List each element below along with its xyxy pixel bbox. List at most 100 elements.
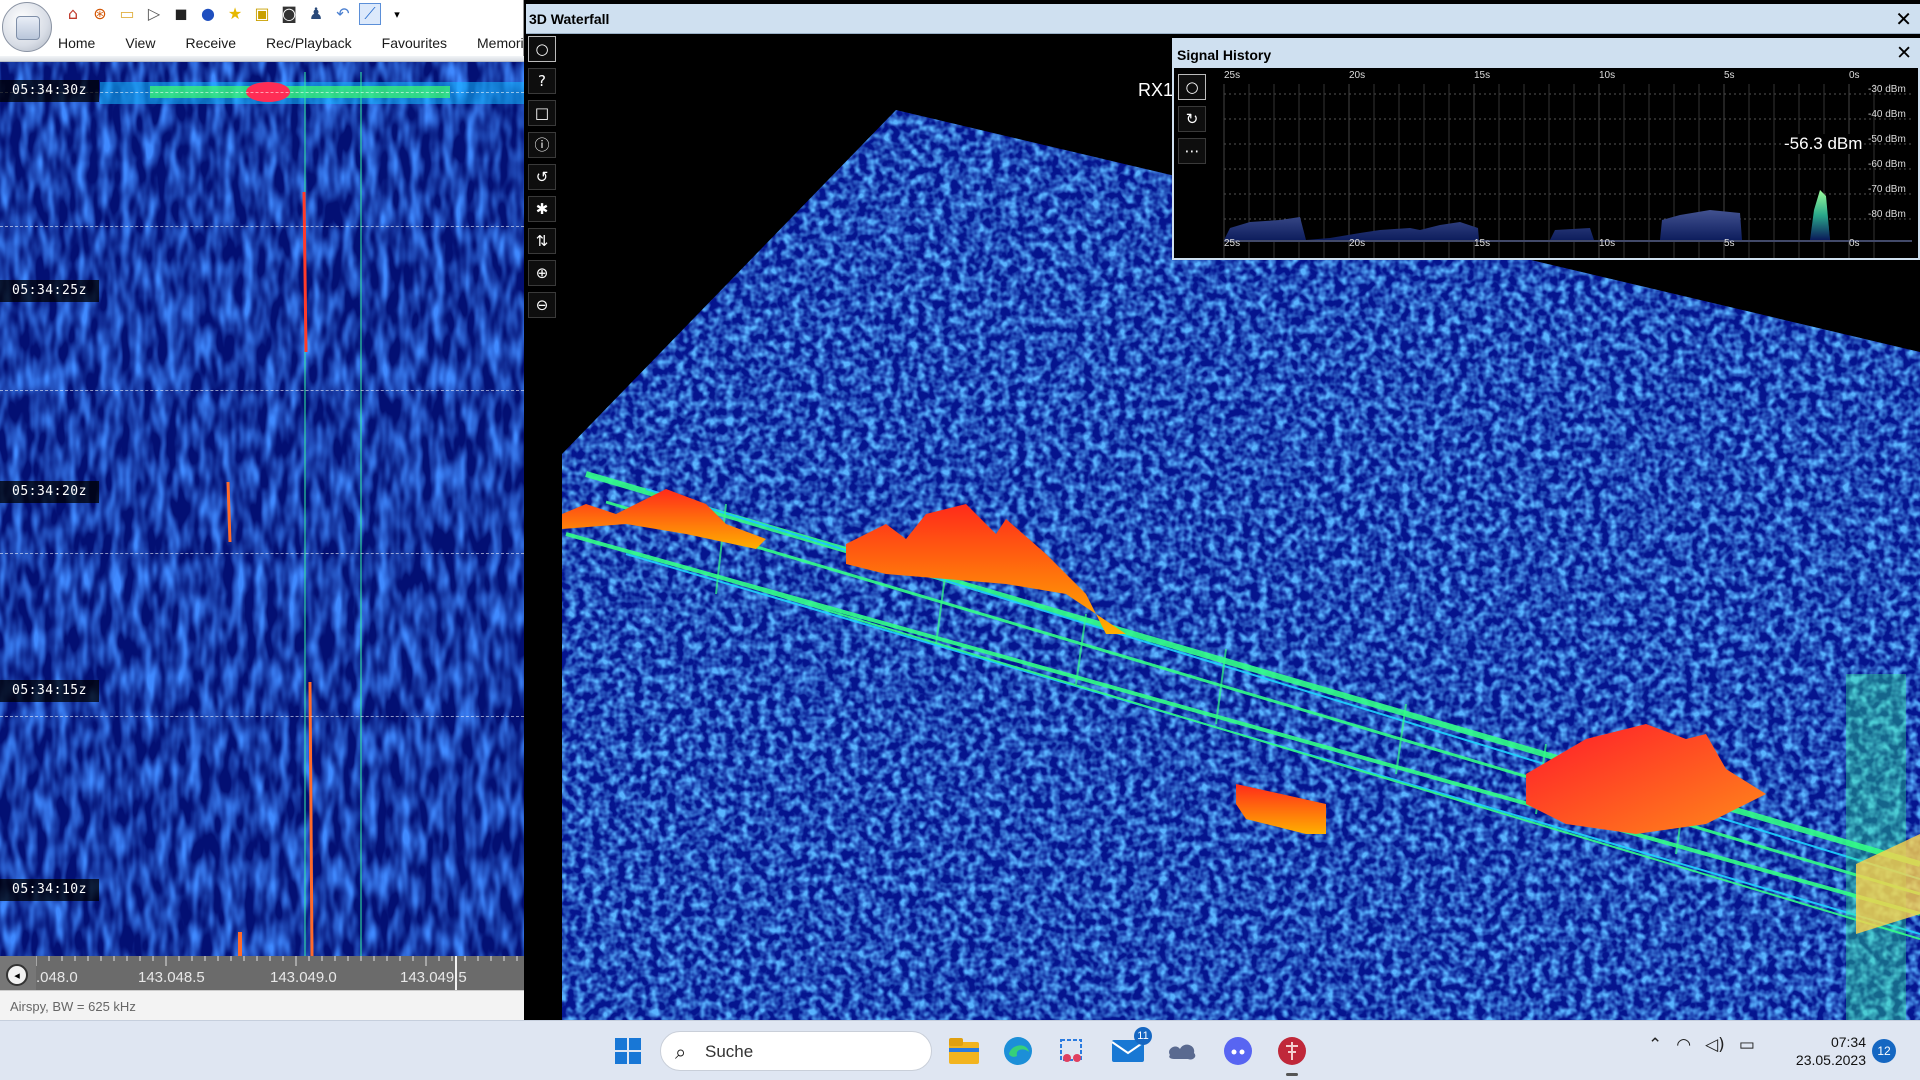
asterisk-icon[interactable]: ✱ — [528, 196, 556, 222]
signal-history-window: Signal History ✕ ○ ↻ ⋯ 25s 20s 15s 10s 5… — [1172, 38, 1920, 272]
zoom-out-icon[interactable]: ⊖ — [528, 292, 556, 318]
windows-start-icon[interactable] — [608, 1031, 648, 1071]
reset-icon[interactable]: ↺ — [528, 164, 556, 190]
waterfall-display[interactable]: 05:34:30z 05:34:25z 05:34:20z 05:34:15z … — [0, 62, 524, 956]
search-input[interactable]: ⌕ Suche — [660, 1031, 932, 1071]
undo-icon[interactable]: ↶ — [332, 3, 354, 25]
receiver-label: RX1 — [1138, 80, 1174, 100]
status-bar: Airspy, BW = 625 kHz — [0, 990, 524, 1020]
frequency-tick-label: 143.049.0 — [270, 969, 337, 986]
edge-browser-icon[interactable] — [998, 1031, 1038, 1071]
home-icon[interactable]: ⌂ — [62, 3, 84, 25]
application-menu-button[interactable] — [2, 2, 52, 52]
time-marker: 05:34:15z — [0, 680, 99, 702]
clock-date: 23.05.2023 — [1795, 1052, 1866, 1068]
tab-rec-playback[interactable]: Rec/Playback — [266, 30, 352, 56]
y-tick-label: -70 dBm — [1868, 184, 1906, 195]
signal-history-titlebar[interactable]: Signal History ✕ — [1174, 40, 1918, 68]
chevron-up-icon[interactable]: ⌃ — [1648, 1035, 1662, 1055]
help-icon[interactable]: ? — [528, 68, 556, 94]
window-title: Signal History — [1177, 47, 1272, 63]
waterfall-3d-toolbar: ○ ? □ ⓘ ↺ ✱ ⇅ ⊕ ⊖ — [528, 36, 558, 326]
time-marker: 05:34:30z — [0, 80, 99, 102]
camera-icon[interactable]: ◙ — [278, 3, 300, 25]
time-marker: 05:34:20z — [0, 481, 99, 503]
zoom-in-icon[interactable]: ⊕ — [528, 260, 556, 286]
waterfall-canvas[interactable] — [0, 62, 524, 956]
x-tick-label: 15s — [1474, 70, 1491, 81]
x-tick-label: 5s — [1724, 70, 1735, 81]
active-app-indicator — [1286, 1073, 1298, 1076]
lock-icon[interactable]: ▣ — [251, 3, 273, 25]
x-tick-label: 20s — [1349, 238, 1366, 249]
search-placeholder: Suche — [705, 1042, 754, 1061]
mail-icon[interactable]: 11 — [1108, 1027, 1152, 1071]
sdr-main-panel: ⌂ ⊛ ▭ ▷ ◼ ● ★ ▣ ◙ ♟ ↶ ⟋ ▾ Home View Rece… — [0, 0, 524, 1020]
cloud-app-icon[interactable] — [1162, 1031, 1202, 1071]
record-icon[interactable]: ● — [197, 3, 219, 25]
waterfall-3d-titlebar[interactable]: 3D Waterfall ✕ — [526, 4, 1920, 34]
x-tick-label: 0s — [1849, 70, 1860, 81]
square-icon[interactable]: □ — [528, 100, 556, 126]
time-marker: 05:34:25z — [0, 280, 99, 302]
system-tray: ⌃ ◠ ◁) ▭ — [1648, 1035, 1755, 1055]
search-icon: ⌕ — [675, 1040, 687, 1064]
quick-access-toolbar: ⌂ ⊛ ▭ ▷ ◼ ● ★ ▣ ◙ ♟ ↶ ⟋ ▾ — [62, 3, 408, 25]
chart-icon[interactable]: ⟋ — [359, 3, 381, 25]
time-gridline — [0, 226, 524, 227]
tab-home[interactable]: Home — [58, 30, 95, 56]
discord-icon[interactable] — [1218, 1031, 1258, 1071]
y-tick-label: -80 dBm — [1868, 209, 1906, 220]
folder-icon[interactable]: ▭ — [116, 3, 138, 25]
circle-icon[interactable]: ○ — [1178, 74, 1206, 100]
clock-time: 07:34 — [1830, 1034, 1866, 1050]
x-tick-label: 5s — [1724, 238, 1735, 249]
axis-control-icon[interactable]: ◂ — [6, 964, 28, 986]
signal-history-y-axis: -30 dBm -40 dBm -50 dBm -60 dBm -70 dBm … — [1868, 84, 1920, 234]
clock[interactable]: 07:34 23.05.2023 — [1790, 1033, 1866, 1069]
dropdown-icon[interactable]: ▾ — [386, 3, 408, 25]
volume-icon[interactable]: ◁) — [1705, 1035, 1725, 1055]
file-explorer-icon[interactable] — [944, 1031, 984, 1071]
y-tick-label: -60 dBm — [1868, 159, 1906, 170]
snipping-tool-icon[interactable] — [1052, 1031, 1092, 1071]
frequency-axis[interactable]: ◂ .048.0 143.048.5 143.049.0 143.049.5 — [0, 956, 524, 990]
stop-icon[interactable]: ◼ — [170, 3, 192, 25]
battery-icon[interactable]: ▭ — [1739, 1035, 1755, 1055]
signal-history-x-axis-top: 25s 20s 15s 10s 5s 0s — [1224, 70, 1910, 82]
more-icon[interactable]: ⋯ — [1178, 138, 1206, 164]
ribbon-tabs: Home View Receive Rec/Playback Favourite… — [58, 30, 524, 56]
y-tick-label: -50 dBm — [1868, 134, 1906, 145]
signal-history-plot[interactable] — [1210, 70, 1916, 272]
star-icon[interactable]: ★ — [224, 3, 246, 25]
close-icon[interactable]: ✕ — [1895, 7, 1912, 31]
x-tick-label: 25s — [1224, 238, 1241, 249]
swap-vertical-icon[interactable]: ⇅ — [528, 228, 556, 254]
lifebuoy-icon[interactable]: ⊛ — [89, 3, 111, 25]
close-icon[interactable]: ✕ — [1896, 42, 1912, 64]
tab-favourites[interactable]: Favourites — [382, 30, 447, 56]
x-tick-label: 20s — [1349, 70, 1366, 81]
notification-badge[interactable]: 12 — [1872, 1039, 1896, 1063]
info-icon[interactable]: ⓘ — [528, 132, 556, 158]
play-icon[interactable]: ▷ — [143, 3, 165, 25]
window-title: 3D Waterfall — [529, 11, 610, 27]
circle-icon[interactable]: ○ — [528, 36, 556, 62]
frequency-tick-label: 143.048.5 — [138, 969, 205, 986]
tab-memories[interactable]: Memories — [477, 30, 524, 56]
y-tick-label: -40 dBm — [1868, 109, 1906, 120]
refresh-icon[interactable]: ↻ — [1178, 106, 1206, 132]
tab-view[interactable]: View — [125, 30, 155, 56]
signal-history-toolbar: ○ ↻ ⋯ — [1178, 74, 1208, 164]
sdr-app-icon[interactable] — [1272, 1031, 1312, 1071]
user-icon[interactable]: ♟ — [305, 3, 327, 25]
current-signal-value: -56.3 dBm — [1782, 134, 1865, 154]
time-gridline — [0, 390, 524, 391]
time-gridline — [0, 716, 524, 717]
time-gridline — [0, 553, 524, 554]
tab-receive[interactable]: Receive — [185, 30, 236, 56]
frequency-scale[interactable]: .048.0 143.048.5 143.049.0 143.049.5 — [36, 956, 524, 990]
frequency-tick-label: 143.049.5 — [400, 969, 467, 986]
y-tick-label: -30 dBm — [1868, 84, 1906, 95]
wifi-icon[interactable]: ◠ — [1676, 1035, 1691, 1055]
